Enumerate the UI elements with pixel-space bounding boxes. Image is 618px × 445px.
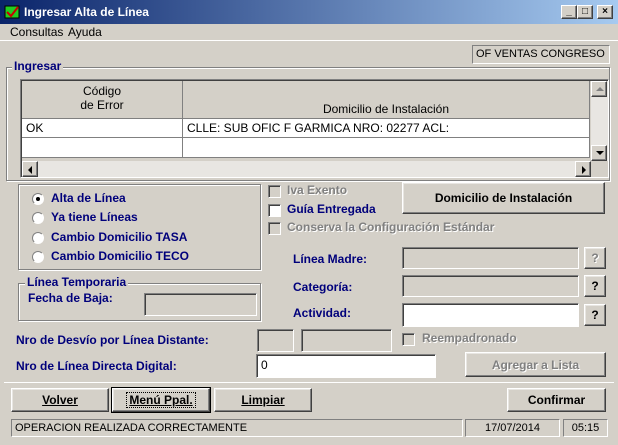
actividad-field[interactable] [402,303,579,327]
title-bar[interactable]: Ingresar Alta de Línea _ □ × [0,0,618,24]
vertical-scrollbar[interactable] [591,81,608,161]
categoria-label: Categoría: [293,280,353,294]
linea-temporaria-group-title: Línea Temporaria [25,275,129,289]
column-header-codigo-label-2: de Error [80,98,124,112]
column-header-domicilio[interactable]: Domicilio de Instalación [183,81,590,119]
radio-cambio-tasa-label[interactable]: Cambio Domicilio TASA [51,230,187,244]
menu-principal-button-label: Menú Ppal. [126,392,196,408]
confirmar-button[interactable]: Confirmar [507,388,606,412]
results-grid[interactable]: Código de Error Domicilio de Instalación… [20,79,609,178]
column-header-codigo-label: Código [82,84,122,98]
reempadronado-checkbox[interactable] [402,333,415,346]
status-time: 05:15 [563,419,608,437]
menu-principal-button[interactable]: Menú Ppal. [111,387,211,413]
volver-button-label: Volver [42,393,78,407]
agregar-lista-button[interactable]: Agregar a Lista [465,352,606,377]
guia-entregada-label[interactable]: Guía Entregada [287,202,376,216]
app-icon [4,5,20,19]
fecha-baja-field[interactable] [144,293,257,316]
radio-cambio-teco[interactable] [32,251,44,263]
domicilio-instalacion-button[interactable]: Domicilio de Instalación [402,182,605,214]
maximize-button[interactable]: □ [577,5,593,19]
window-title: Ingresar Alta de Línea [24,5,149,19]
desvio-label: Nro de Desvío por Línea Distante: [16,333,209,347]
linea-directa-label: Nro de Línea Directa Digital: [16,359,177,373]
horizontal-scrollbar[interactable] [22,161,591,177]
domicilio-instalacion-button-label: Domicilio de Instalación [434,191,573,205]
categoria-field[interactable] [402,275,579,297]
radio-alta-de-linea-label[interactable]: Alta de Línea [51,191,126,205]
fecha-baja-label: Fecha de Baja: [28,291,113,305]
actividad-label: Actividad: [293,306,352,320]
scroll-left-button[interactable] [22,161,38,177]
status-message: OPERACION REALIZADA CORRECTAMENTE [11,419,463,437]
volver-button[interactable]: Volver [11,388,109,412]
linea-madre-field[interactable] [402,247,579,269]
confirmar-button-label: Confirmar [527,393,586,407]
desvio-field-1[interactable] [257,329,294,352]
minimize-button[interactable]: _ [561,5,577,19]
close-button[interactable]: × [597,5,613,19]
linea-madre-help-button[interactable]: ? [584,247,606,269]
radio-cambio-teco-label[interactable]: Cambio Domicilio TECO [51,249,189,263]
grid-cell-codigo[interactable]: OK [22,119,183,138]
categoria-help-button[interactable]: ? [584,275,606,297]
actividad-help-button[interactable]: ? [584,304,606,326]
desvio-field-2[interactable] [301,329,392,352]
iva-exento-label: Iva Exento [287,183,348,197]
menu-ayuda[interactable]: Ayuda [68,25,102,39]
radio-ya-tiene-lineas[interactable] [32,212,44,224]
linea-madre-label: Línea Madre: [293,252,368,266]
grid-cell-empty[interactable] [183,138,590,158]
radio-alta-de-linea[interactable] [32,193,44,205]
office-field: OF VENTAS CONGRESO [472,45,610,64]
reempadronado-label: Reempadronado [422,331,517,345]
iva-exento-checkbox[interactable] [268,185,281,198]
conserva-configuracion-label: Conserva la Configuración Estándar [287,220,495,234]
scroll-up-button[interactable] [591,81,607,97]
grid-cell-empty[interactable] [22,138,183,158]
column-header-codigo[interactable]: Código de Error [22,81,183,119]
ingresar-group-title: Ingresar [12,59,64,73]
limpiar-button[interactable]: Limpiar [214,388,312,412]
agregar-lista-button-label: Agregar a Lista [491,357,580,372]
limpiar-button-label: Limpiar [241,393,285,407]
radio-ya-tiene-lineas-label[interactable]: Ya tiene Líneas [51,210,138,224]
menu-consultas[interactable]: Consultas [10,25,63,39]
grid-cell-domicilio[interactable]: CLLE: SUB OFIC F GARMICA NRO: 02277 ACL: [183,119,590,138]
scroll-down-button[interactable] [591,145,607,161]
linea-directa-field[interactable]: 0 [256,354,436,378]
guia-entregada-checkbox[interactable] [268,204,281,217]
status-date: 17/07/2014 [465,419,560,437]
menu-separator [0,40,618,41]
conserva-configuracion-checkbox[interactable] [268,222,281,235]
scroll-right-button[interactable] [575,161,591,177]
separator [4,382,614,383]
radio-cambio-tasa[interactable] [32,232,44,244]
